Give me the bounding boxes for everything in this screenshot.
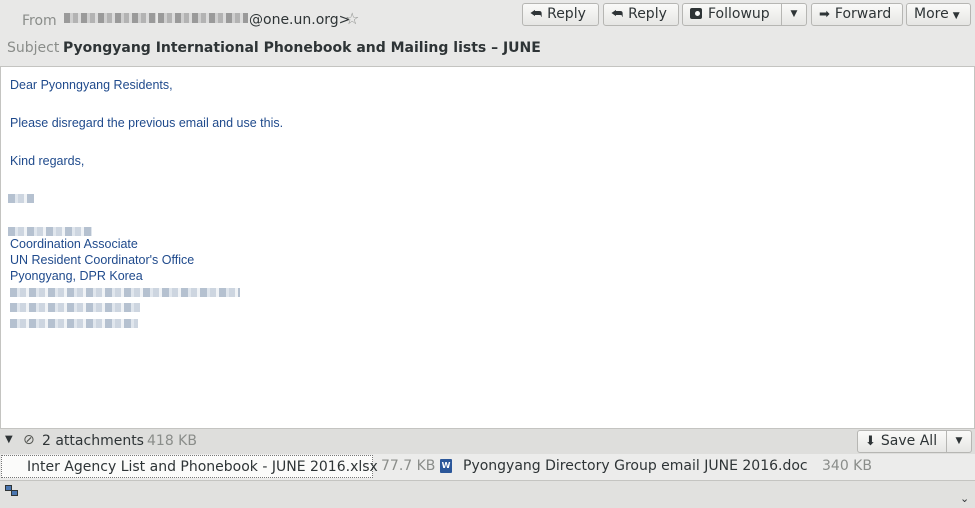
redacted-signature-address [10, 288, 240, 297]
body-greeting: Dear Pyonngyang Residents, [10, 78, 173, 92]
forward-button[interactable]: ➡ Forward [811, 3, 903, 26]
followup-label: Followup [708, 6, 770, 22]
word-document-icon: W [440, 459, 452, 473]
attachment-size: 340 KB [822, 458, 872, 474]
message-header: From @one.un.org> ☆ Subject Pyongyang In… [0, 0, 975, 66]
paperclip-icon: ⊘ [23, 432, 35, 448]
chevron-down-icon: ▼ [955, 436, 963, 446]
save-all-label: Save All [880, 433, 938, 449]
from-address[interactable]: @one.un.org> [249, 12, 350, 28]
more-label: More [914, 6, 949, 22]
attachment-name: Inter Agency List and Phonebook - JUNE 2… [27, 459, 378, 475]
attachment-total-size: 418 KB [147, 433, 197, 449]
chevron-down-icon: ▼ [790, 9, 798, 19]
attachment-list: Inter Agency List and Phonebook - JUNE 2… [0, 454, 975, 480]
subject-label: Subject [7, 40, 60, 56]
attachment-item[interactable]: Inter Agency List and Phonebook - JUNE 2… [1, 455, 378, 478]
signature-location: Pyongyang, DPR Korea [10, 269, 143, 283]
reply-label: Reply [547, 6, 586, 22]
chevron-down-icon: ▼ [952, 11, 960, 21]
message-body[interactable]: Dear Pyonngyang Residents, Please disreg… [0, 66, 975, 428]
body-line: Please disregard the previous email and … [10, 116, 284, 130]
save-all-button[interactable]: ⬇ Save All [857, 430, 947, 453]
followup-dropdown-button[interactable]: ▼ [781, 3, 807, 26]
body-closing: Kind regards, [10, 154, 85, 168]
save-all-dropdown-button[interactable]: ▼ [946, 430, 972, 453]
download-arrow-icon: ⬇ [865, 434, 876, 449]
star-icon[interactable]: ☆ [345, 9, 359, 28]
reply-all-button[interactable]: ⮪ Reply [603, 3, 679, 26]
reply-button[interactable]: ⮪ Reply [522, 3, 599, 26]
reply-icon: ⮪ [530, 7, 543, 22]
followup-button[interactable]: Followup [682, 3, 782, 26]
newsgroup-icon [690, 8, 702, 19]
more-button[interactable]: More ▼ [906, 3, 971, 26]
from-label: From [22, 13, 57, 29]
collapse-triangle-icon[interactable]: ▼ [5, 434, 13, 445]
signature-title: Coordination Associate [10, 237, 138, 251]
attachment-size: 77.7 KB [381, 458, 436, 474]
forward-arrow-icon: ➡ [819, 7, 830, 22]
subject-text: Pyongyang International Phonebook and Ma… [63, 40, 541, 56]
redacted-sender-name [64, 13, 156, 23]
reply-all-icon: ⮪ [611, 7, 624, 22]
redacted-signature-phone [10, 303, 140, 312]
redacted-signature-name [8, 194, 34, 203]
attachment-count[interactable]: 2 attachments [42, 433, 144, 449]
chevron-down-icon[interactable]: ⌄ [960, 492, 969, 505]
status-bar: ⌄ [0, 480, 975, 508]
signature-office: UN Resident Coordinator's Office [10, 253, 195, 267]
redacted-signature-fullname [8, 227, 92, 236]
attachment-item[interactable]: Pyongyang Directory Group email JUNE 201… [463, 455, 808, 478]
redacted-signature-mobile [10, 319, 138, 328]
forward-label: Forward [834, 6, 892, 22]
online-status-icon[interactable] [5, 485, 19, 497]
redacted-sender-address [158, 13, 248, 23]
attachment-bar: ▼ ⊘ 2 attachments 418 KB ⬇ Save All ▼ [0, 428, 975, 454]
reply-all-label: Reply [628, 6, 667, 22]
